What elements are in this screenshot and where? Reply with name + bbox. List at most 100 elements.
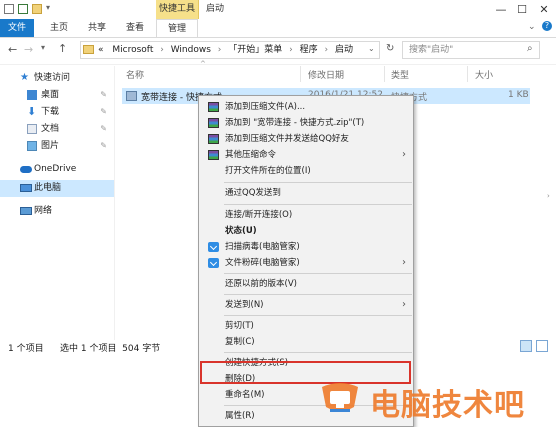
pin-icon[interactable]: ✎: [100, 104, 107, 120]
close-button[interactable]: ✕: [534, 0, 554, 19]
menu-item-archive-send-qq[interactable]: 添加到压缩文件并发送给QQ好友: [200, 131, 412, 147]
minimize-button[interactable]: —: [491, 0, 511, 19]
download-icon: ⬇: [27, 105, 37, 118]
breadcrumb-windows[interactable]: Windows: [171, 45, 211, 55]
pane-divider[interactable]: [114, 66, 115, 340]
forward-arrow-icon[interactable]: →: [24, 43, 33, 56]
breadcrumb-separator-icon[interactable]: ›: [160, 45, 164, 55]
address-dropdown-icon[interactable]: ⌄: [368, 44, 375, 53]
breadcrumb-start-menu[interactable]: 「开始」菜单: [228, 45, 282, 55]
sidebar-item-label: 此电脑: [34, 183, 62, 193]
ribbon-expand-icon[interactable]: ⌄: [528, 22, 536, 32]
pin-icon[interactable]: ✎: [100, 87, 107, 103]
menu-item-status[interactable]: 状态(U): [200, 223, 412, 239]
menu-separator: [224, 273, 412, 274]
breadcrumb-separator-icon[interactable]: ›: [289, 45, 293, 55]
search-input[interactable]: 搜索"启动": [402, 41, 540, 59]
picture-icon: [27, 141, 37, 151]
sidebar-item-label: OneDrive: [34, 164, 77, 174]
column-header-size[interactable]: 大小: [475, 68, 493, 81]
menu-item-label: 复制(C): [225, 337, 255, 347]
up-arrow-icon[interactable]: ↑: [58, 42, 67, 55]
column-divider[interactable]: [300, 66, 301, 82]
details-view-icon[interactable]: [520, 340, 532, 352]
menu-item-file-shred[interactable]: 文件粉碎(电脑管家) ›: [200, 255, 412, 271]
menu-item-connect[interactable]: 连接/断开连接(O): [200, 207, 412, 223]
menu-separator: [224, 294, 412, 295]
sidebar-item-downloads[interactable]: ⬇ 下载 ✎: [0, 104, 115, 120]
breadcrumb-microsoft[interactable]: Microsoft: [112, 45, 153, 55]
sidebar-item-this-pc[interactable]: 此电脑: [0, 180, 115, 197]
menu-item-label: 通过QQ发送到: [225, 188, 281, 198]
tab-file[interactable]: 文件: [0, 19, 34, 37]
menu-item-scan-virus[interactable]: 扫描病毒(电脑管家): [200, 239, 412, 255]
menu-separator: [224, 204, 412, 205]
sidebar-item-label: 图片: [41, 141, 60, 151]
contextual-tab-group: 快捷工具: [156, 0, 199, 19]
menu-item-send-to[interactable]: 发送到(N) ›: [200, 297, 412, 313]
breadcrumb-separator-icon[interactable]: ›: [325, 45, 329, 55]
breadcrumb-overflow[interactable]: «: [98, 45, 104, 55]
column-header-name[interactable]: 名称: [126, 68, 144, 81]
menu-item-send-via-qq[interactable]: 通过QQ发送到: [200, 185, 412, 201]
shield-icon: [208, 258, 219, 268]
breadcrumb-programs[interactable]: 程序: [300, 45, 318, 55]
tab-home[interactable]: 主页: [42, 19, 76, 37]
cloud-icon: [20, 166, 32, 173]
quick-access-dropdown-icon[interactable]: ▾: [46, 3, 50, 12]
breadcrumb-startup[interactable]: 启动: [335, 45, 353, 55]
column-divider[interactable]: [467, 66, 468, 82]
search-icon: ⌕: [527, 43, 533, 54]
menu-item-other-compress[interactable]: 其他压缩命令 ›: [200, 147, 412, 163]
menu-item-label: 打开文件所在的位置(I): [225, 166, 311, 176]
large-icons-view-icon[interactable]: [536, 340, 548, 352]
menu-item-open-location[interactable]: 打开文件所在的位置(I): [200, 163, 412, 179]
recent-locations-chevron-icon[interactable]: ▾: [41, 43, 45, 52]
submenu-arrow-icon: ›: [402, 149, 406, 160]
maximize-button[interactable]: ☐: [512, 0, 532, 19]
column-divider[interactable]: [384, 66, 385, 82]
pin-icon[interactable]: ✎: [100, 138, 107, 154]
column-header-modified[interactable]: 修改日期: [308, 68, 344, 81]
watermark-text: 电脑技术吧: [370, 388, 525, 423]
contextual-tab-group-label: 快捷工具: [158, 4, 195, 14]
quick-access-checkbox-icon[interactable]: [18, 4, 28, 14]
sidebar-item-network[interactable]: 网络: [0, 203, 115, 219]
sidebar-item-desktop[interactable]: 桌面 ✎: [0, 87, 115, 103]
scroll-right-icon[interactable]: ›: [547, 192, 550, 200]
tab-view[interactable]: 查看: [118, 19, 152, 37]
quick-access-properties-icon[interactable]: [4, 4, 14, 14]
quick-access-folder-icon[interactable]: [32, 4, 42, 14]
help-icon[interactable]: ?: [542, 21, 552, 31]
status-selection: 选中 1 个项目 504 字节: [60, 344, 161, 354]
tab-share[interactable]: 共享: [80, 19, 114, 37]
menu-item-label: 其他压缩命令: [225, 150, 277, 160]
submenu-arrow-icon: ›: [402, 257, 406, 268]
sidebar-item-quick-access[interactable]: ★ 快速访问: [0, 70, 115, 86]
winrar-icon: [208, 150, 219, 160]
sidebar-item-documents[interactable]: 文档 ✎: [0, 121, 115, 137]
sidebar-item-onedrive[interactable]: OneDrive: [0, 161, 115, 177]
back-arrow-icon[interactable]: ←: [8, 43, 17, 56]
winrar-icon: [208, 134, 219, 144]
title-bar: [0, 0, 556, 19]
menu-item-restore-versions[interactable]: 还原以前的版本(V): [200, 276, 412, 292]
refresh-icon[interactable]: ↻: [386, 43, 394, 54]
pin-icon[interactable]: ✎: [100, 121, 107, 137]
menu-item-label: 添加到 "宽带连接 - 快捷方式.zip"(T): [225, 118, 365, 128]
menu-item-label: 剪切(T): [225, 321, 254, 331]
breadcrumb: « Microsoft › Windows › 「开始」菜单 › 程序 › 启动: [98, 41, 353, 59]
document-icon: [27, 124, 37, 134]
column-header-type[interactable]: 类型: [391, 68, 409, 81]
menu-item-cut[interactable]: 剪切(T): [200, 318, 412, 334]
sort-indicator-icon: ^: [200, 60, 206, 68]
breadcrumb-separator-icon[interactable]: ›: [218, 45, 222, 55]
computer-icon: [20, 184, 32, 192]
menu-item-label: 发送到(N): [225, 300, 264, 310]
menu-item-add-to-zip[interactable]: 添加到 "宽带连接 - 快捷方式.zip"(T): [200, 115, 412, 131]
tab-manage[interactable]: 管理: [156, 19, 198, 37]
sidebar-item-pictures[interactable]: 图片 ✎: [0, 138, 115, 154]
menu-item-add-to-archive[interactable]: 添加到压缩文件(A)...: [200, 99, 412, 115]
menu-item-label: 添加到压缩文件并发送给QQ好友: [225, 134, 349, 144]
menu-item-copy[interactable]: 复制(C): [200, 334, 412, 350]
